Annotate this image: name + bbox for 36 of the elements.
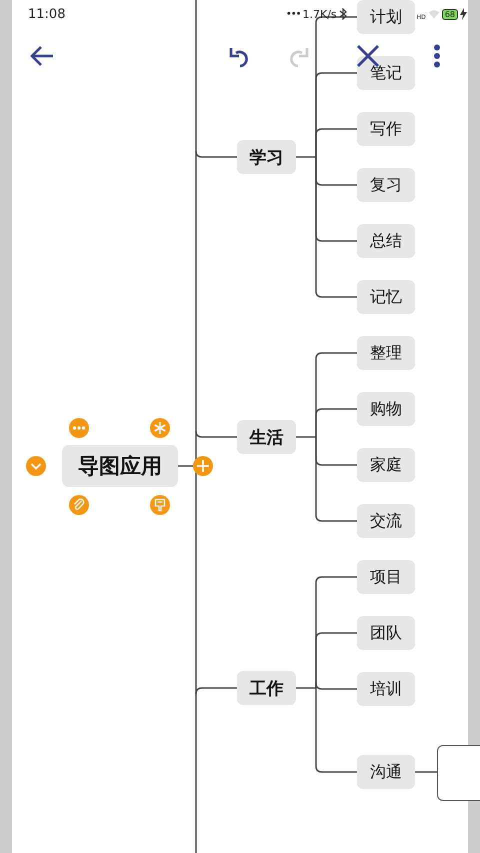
branch-node[interactable]: 生活 xyxy=(237,420,296,454)
topic-node[interactable]: 培训 xyxy=(357,672,415,706)
topic-node[interactable]: 交流 xyxy=(357,504,415,538)
status-dots: ••• xyxy=(286,8,301,20)
topic-node[interactable]: 沟通 xyxy=(357,755,415,789)
root-connector xyxy=(177,465,196,467)
asterisk-icon[interactable] xyxy=(150,418,170,438)
network-speed: 1.7K/s xyxy=(302,8,337,20)
topic-node[interactable]: 笔记 xyxy=(357,56,415,90)
topic-node[interactable]: 项目 xyxy=(357,560,415,594)
more-menu-button[interactable] xyxy=(431,42,443,70)
topic-node[interactable]: 复习 xyxy=(357,168,415,202)
connector-line xyxy=(415,771,437,773)
topic-node[interactable]: 购物 xyxy=(357,392,415,426)
connector-line xyxy=(195,687,237,694)
topic-node[interactable]: 整理 xyxy=(357,336,415,370)
connector-line xyxy=(195,430,237,438)
wifi-icon xyxy=(428,9,440,19)
brush-icon[interactable] xyxy=(150,495,170,515)
add-icon[interactable] xyxy=(193,456,213,476)
collapse-icon[interactable] xyxy=(26,456,46,476)
connector-line xyxy=(195,150,237,158)
topic-node[interactable]: 团队 xyxy=(357,616,415,650)
battery-icon: 68 xyxy=(442,8,458,20)
branch-node[interactable]: 工作 xyxy=(237,671,296,705)
branch-node[interactable]: 学习 xyxy=(237,140,296,174)
status-time: 11:08 xyxy=(28,6,66,22)
root-node[interactable]: 导图应用 xyxy=(63,446,177,486)
paperclip-icon[interactable] xyxy=(69,495,89,515)
bluetooth-icon xyxy=(338,8,347,20)
topic-node[interactable]: 家庭 xyxy=(357,448,415,482)
topic-node[interactable]: 写作 xyxy=(357,112,415,146)
topic-node[interactable]: 总结 xyxy=(357,224,415,258)
more-icon[interactable] xyxy=(69,418,89,438)
topic-node[interactable]: 计划 xyxy=(357,0,415,34)
topic-node[interactable]: 记忆 xyxy=(357,280,415,314)
